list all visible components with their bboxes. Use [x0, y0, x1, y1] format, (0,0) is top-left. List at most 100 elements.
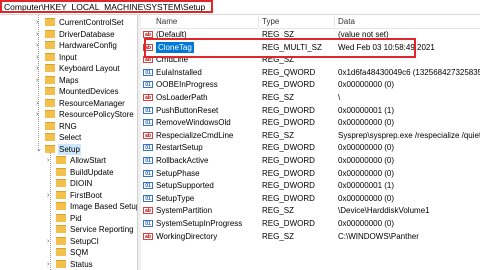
chevron-right-icon[interactable]: ›: [36, 52, 38, 63]
folder-icon: [56, 213, 66, 222]
value-name: OsLoaderPath: [156, 93, 208, 102]
tree-item[interactable]: › DriverDatabase: [36, 29, 116, 40]
value-type: REG_DWORD: [262, 80, 315, 90]
tree-item[interactable]: SQM: [56, 247, 89, 258]
value-row[interactable]: 01 SetupSupported REG_DWORD 0x00000001 (1): [141, 180, 480, 191]
column-separator[interactable]: [258, 16, 259, 27]
tree-item[interactable]: Service Reporting: [56, 224, 135, 235]
tree-item[interactable]: › AllowStart: [47, 155, 107, 166]
folder-icon: [45, 75, 55, 84]
chevron-right-icon[interactable]: ›: [36, 17, 38, 28]
tree-item-label: CurrentControlSet: [59, 18, 124, 27]
value-type: REG_DWORD: [262, 219, 315, 228]
value-data: 0x00000001 (1): [338, 105, 395, 115]
value-row[interactable]: 01 PushButtonReset REG_DWORD 0x00000001 (1): [141, 105, 480, 116]
tree-item-label: Status: [70, 259, 93, 269]
tree-item[interactable]: Pid: [56, 213, 83, 224]
clonetag-highlight-box: [144, 38, 416, 58]
tree-item[interactable]: BuildUpdate: [56, 167, 115, 178]
tree-item[interactable]: › CurrentControlSet: [36, 17, 124, 28]
value-row[interactable]: 01 SetupType REG_DWORD 0x00000000 (0): [141, 193, 480, 204]
value-row[interactable]: 01 RestartSetup REG_DWORD 0x00000000 (0): [141, 142, 480, 153]
value-row[interactable]: ab SystemPartition REG_SZ \Device\HarddiskV…: [141, 205, 480, 216]
value-row[interactable]: ab RespecializeCmdLine REG_SZ Sysprep\syspr…: [141, 130, 480, 141]
tree-item[interactable]: › Status: [47, 259, 94, 270]
value-name: RemoveWindowsOld: [156, 118, 231, 128]
value-row[interactable]: ab WorkingDirectory REG_SZ C:\WINDOWS\Panth…: [141, 231, 480, 242]
tree-item-label: DIOIN: [70, 179, 93, 188]
folder-icon: [45, 98, 55, 107]
tree-item[interactable]: › SetupCI: [47, 236, 100, 247]
chevron-right-icon[interactable]: ›: [36, 75, 38, 86]
value-type: REG_SZ: [262, 93, 295, 102]
string-value-icon: ab: [143, 207, 153, 215]
tree-item[interactable]: › Maps: [36, 75, 80, 86]
chevron-right-icon[interactable]: ›: [36, 98, 38, 109]
chevron-right-icon[interactable]: ›: [47, 259, 49, 270]
value-data: 0x00000000 (0): [338, 143, 395, 153]
tree-item[interactable]: › ResourcePolicyStore: [36, 109, 135, 120]
chevron-right-icon[interactable]: ›: [47, 236, 49, 247]
address-bar[interactable]: Computer\HKEY_LOCAL_MACHINE\SYSTEM\Setup: [0, 0, 480, 15]
tree-item-label: SQM: [70, 248, 89, 257]
value-row[interactable]: 01 EulaInstalled REG_QWORD 0x1d6fa48430049c…: [141, 67, 480, 78]
registry-tree[interactable]: › CurrentControlSet › DriverDatabase › Hardwa…: [0, 15, 137, 270]
value-row[interactable]: 01 SystemSetupInProgress REG_DWORD 0x000000…: [141, 218, 480, 229]
tree-item-label: HardwareConfig: [59, 41, 117, 50]
chevron-right-icon[interactable]: ›: [47, 155, 49, 166]
string-value-icon: ab: [143, 31, 153, 38]
tree-item-label: Setup: [58, 143, 81, 155]
tree-item[interactable]: › ResourceManager: [36, 98, 126, 109]
folder-icon: [45, 133, 55, 141]
folder-icon: [56, 190, 66, 199]
value-row[interactable]: ab OsLoaderPath REG_SZ \: [141, 92, 480, 103]
value-type: REG_DWORD: [262, 181, 315, 191]
tree-item[interactable]: Image Based Setup: [56, 201, 137, 212]
value-data: C:\WINDOWS\Panther: [338, 231, 419, 241]
column-data-header[interactable]: Data: [338, 17, 355, 26]
tree-item-label: Input: [59, 52, 77, 62]
tree-item-label: AllowStart: [70, 156, 107, 165]
value-row[interactable]: 01 SetupPhase REG_DWORD 0x00000000 (0): [141, 168, 480, 179]
value-data: 0x00000001 (1): [338, 181, 395, 191]
value-row[interactable]: 01 RemoveWindowsOld REG_DWORD 0x00000000 (0…: [141, 117, 480, 128]
folder-icon: [45, 87, 55, 95]
binary-value-icon: 01: [143, 106, 153, 114]
value-type: REG_SZ: [262, 206, 295, 216]
tree-item[interactable]: DIOIN: [56, 178, 93, 189]
chevron-right-icon[interactable]: ›: [36, 29, 38, 40]
column-name-header[interactable]: Name: [156, 17, 177, 26]
tree-item[interactable]: Select: [45, 132, 82, 143]
tree-item[interactable]: › Input: [36, 52, 78, 63]
folder-icon: [56, 225, 66, 233]
tree-item[interactable]: ⌄ Setup: [36, 143, 81, 155]
folder-icon: [45, 18, 55, 26]
value-row[interactable]: 01 OOBEInProgress REG_DWORD 0x00000000 (0): [141, 79, 480, 90]
tree-item[interactable]: › FirstBoot: [47, 190, 103, 201]
value-name: WorkingDirectory: [156, 231, 218, 241]
tree-item[interactable]: › HardwareConfig: [36, 40, 118, 51]
value-type: REG_DWORD: [262, 156, 315, 165]
tree-item[interactable]: MountedDevices: [45, 86, 120, 97]
folder-icon: [45, 121, 55, 130]
value-data: 0x1d6fa48430049c6 (132568427325835718): [338, 67, 480, 77]
value-data: Sysprep\sysprep.exe /respecialize /quiet: [338, 130, 480, 140]
chevron-right-icon[interactable]: ›: [36, 63, 38, 74]
chevron-down-icon[interactable]: ⌄: [36, 144, 42, 155]
tree-item-label: ResourceManager: [59, 98, 125, 108]
value-row[interactable]: 01 RollbackActive REG_DWORD 0x00000000 (0): [141, 155, 480, 166]
value-name: OOBEInProgress: [156, 80, 218, 90]
chevron-right-icon[interactable]: ›: [36, 109, 38, 120]
value-name: RespecializeCmdLine: [156, 130, 234, 140]
binary-value-icon: 01: [143, 220, 153, 227]
binary-value-icon: 01: [143, 119, 153, 127]
chevron-right-icon[interactable]: ›: [47, 190, 49, 201]
column-type-header[interactable]: Type: [262, 17, 279, 26]
tree-item[interactable]: RNG: [45, 121, 78, 132]
value-name: SetupSupported: [156, 181, 214, 191]
tree-item[interactable]: › Keyboard Layout: [36, 63, 121, 74]
chevron-right-icon[interactable]: ›: [36, 40, 38, 51]
column-separator[interactable]: [334, 16, 335, 27]
address-highlight-box: [0, 0, 213, 13]
value-data: 0x00000000 (0): [338, 168, 395, 178]
